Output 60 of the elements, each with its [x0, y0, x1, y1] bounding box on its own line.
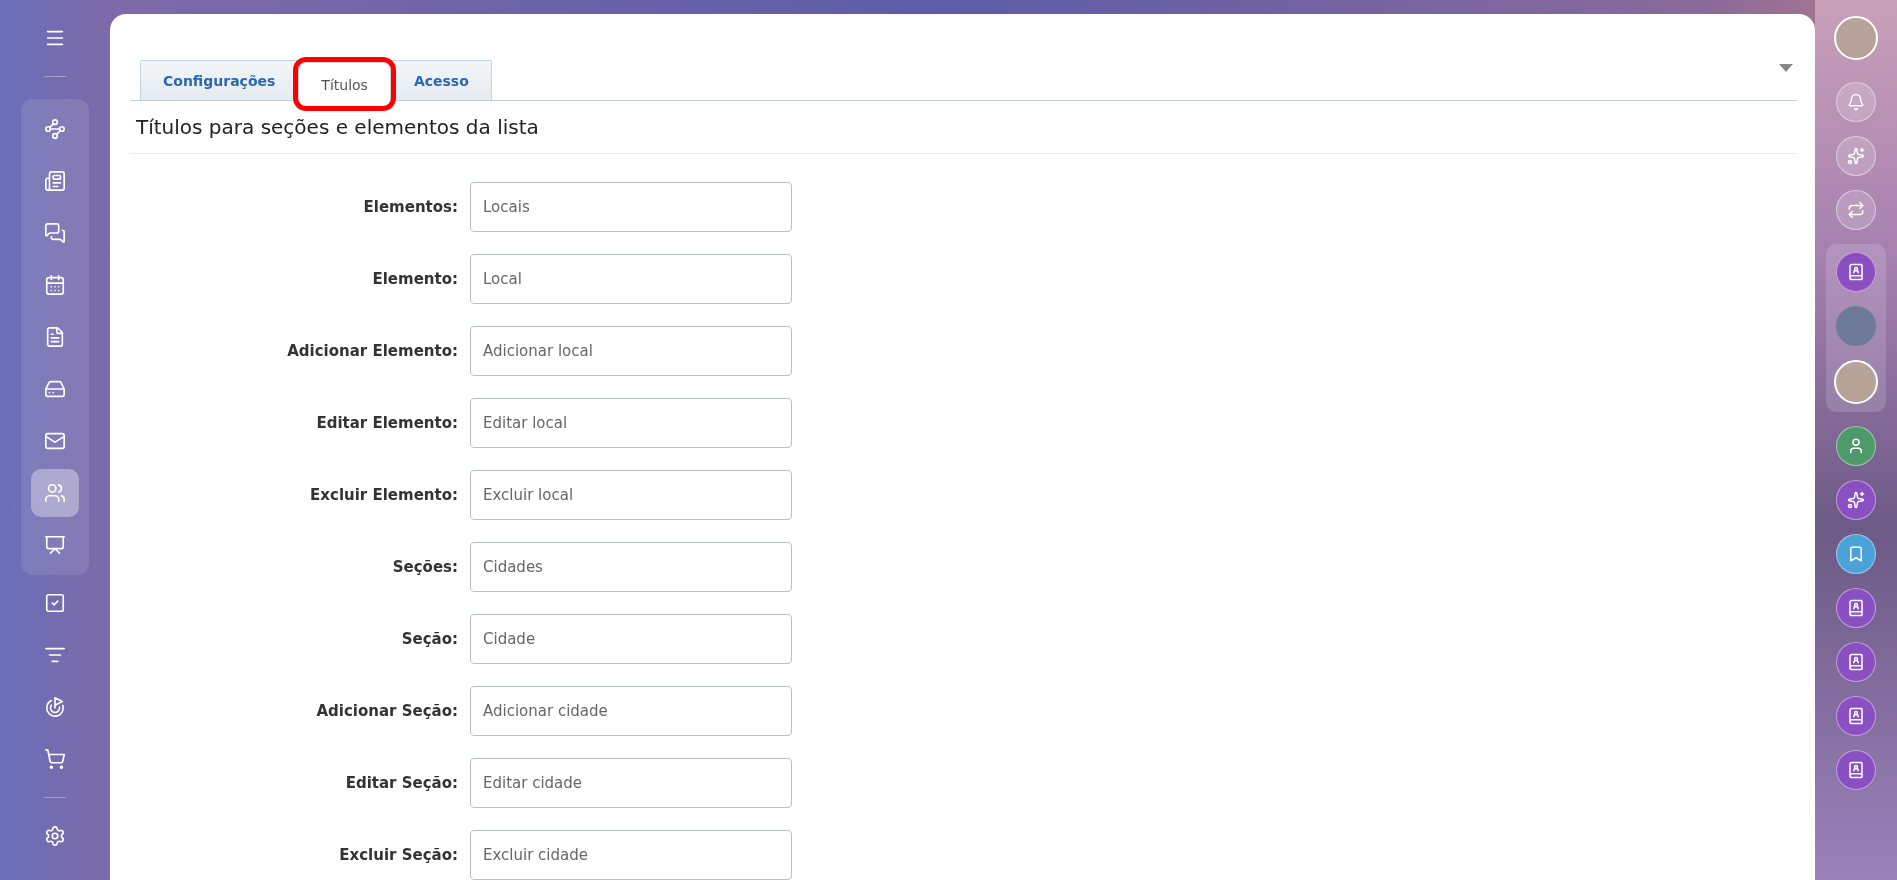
mail-icon — [44, 430, 66, 452]
contact-button[interactable] — [1836, 252, 1876, 292]
field-label: Excluir Seção: — [338, 846, 458, 864]
drive-icon — [44, 378, 66, 400]
presentation-board-icon — [44, 534, 66, 556]
section-title: Títulos para seções e elementos da lista — [130, 101, 1797, 154]
field-label: Adicionar Seção: — [315, 702, 458, 720]
target-icon — [44, 696, 66, 718]
input-field[interactable]: Cidades — [470, 542, 792, 592]
calendar-icon — [44, 274, 66, 296]
cart-icon — [44, 748, 66, 770]
input-field[interactable]: Excluir cidade — [470, 830, 792, 880]
field-label: Excluir Elemento: — [309, 486, 458, 504]
input-field[interactable]: Locais — [470, 182, 792, 232]
tab[interactable]: Acesso — [390, 60, 492, 100]
sparkle-icon — [1847, 147, 1865, 165]
users-icon — [44, 482, 66, 504]
contact-icon — [1847, 599, 1865, 617]
avatar[interactable] — [1834, 16, 1878, 60]
exchange-icon — [1847, 201, 1865, 219]
tab[interactable]: Configurações — [140, 60, 299, 100]
input-field[interactable]: Editar cidade — [470, 758, 792, 808]
input-field[interactable]: Editar local — [470, 398, 792, 448]
input-field[interactable]: Adicionar local — [470, 326, 792, 376]
field-label: Elemento: — [371, 270, 458, 288]
settings-icon — [44, 825, 66, 847]
avatar[interactable] — [1834, 360, 1878, 404]
exchange-button[interactable] — [1836, 190, 1876, 230]
contact-button[interactable] — [1836, 696, 1876, 736]
field-label: Elementos: — [362, 198, 458, 216]
field-label: Editar Elemento: — [315, 414, 458, 432]
sparkle-button[interactable] — [1836, 480, 1876, 520]
chat-bubbles-icon — [44, 222, 66, 244]
field-label: Seções: — [391, 558, 458, 576]
input-field[interactable]: Local — [470, 254, 792, 304]
contact-icon — [1847, 263, 1865, 281]
document-icon — [44, 326, 66, 348]
checkbox-icon — [44, 592, 66, 614]
input-field[interactable]: Cidade — [470, 614, 792, 664]
sparkle-icon — [1847, 491, 1865, 509]
bell-button[interactable] — [1836, 82, 1876, 122]
contact-icon — [1847, 653, 1865, 671]
field-label: Editar Seção: — [344, 774, 458, 792]
contact-button[interactable] — [1836, 588, 1876, 628]
contact-button[interactable] — [1836, 750, 1876, 790]
field-label: Seção: — [400, 630, 458, 648]
contact-button[interactable] — [1836, 642, 1876, 682]
sparkle-button[interactable] — [1836, 136, 1876, 176]
input-field[interactable]: Excluir local — [470, 470, 792, 520]
contact-icon — [1847, 761, 1865, 779]
caret-icon[interactable] — [1779, 64, 1793, 72]
bookmark-button[interactable] — [1836, 534, 1876, 574]
bell-icon — [1847, 93, 1865, 111]
newspaper-icon — [44, 170, 66, 192]
users-button[interactable] — [31, 469, 79, 517]
input-field[interactable]: Adicionar cidade — [470, 686, 792, 736]
contact-icon — [1847, 707, 1865, 725]
field-label: Adicionar Elemento: — [286, 342, 458, 360]
share-nodes-icon — [44, 118, 66, 140]
bookmark-icon — [1847, 545, 1865, 563]
